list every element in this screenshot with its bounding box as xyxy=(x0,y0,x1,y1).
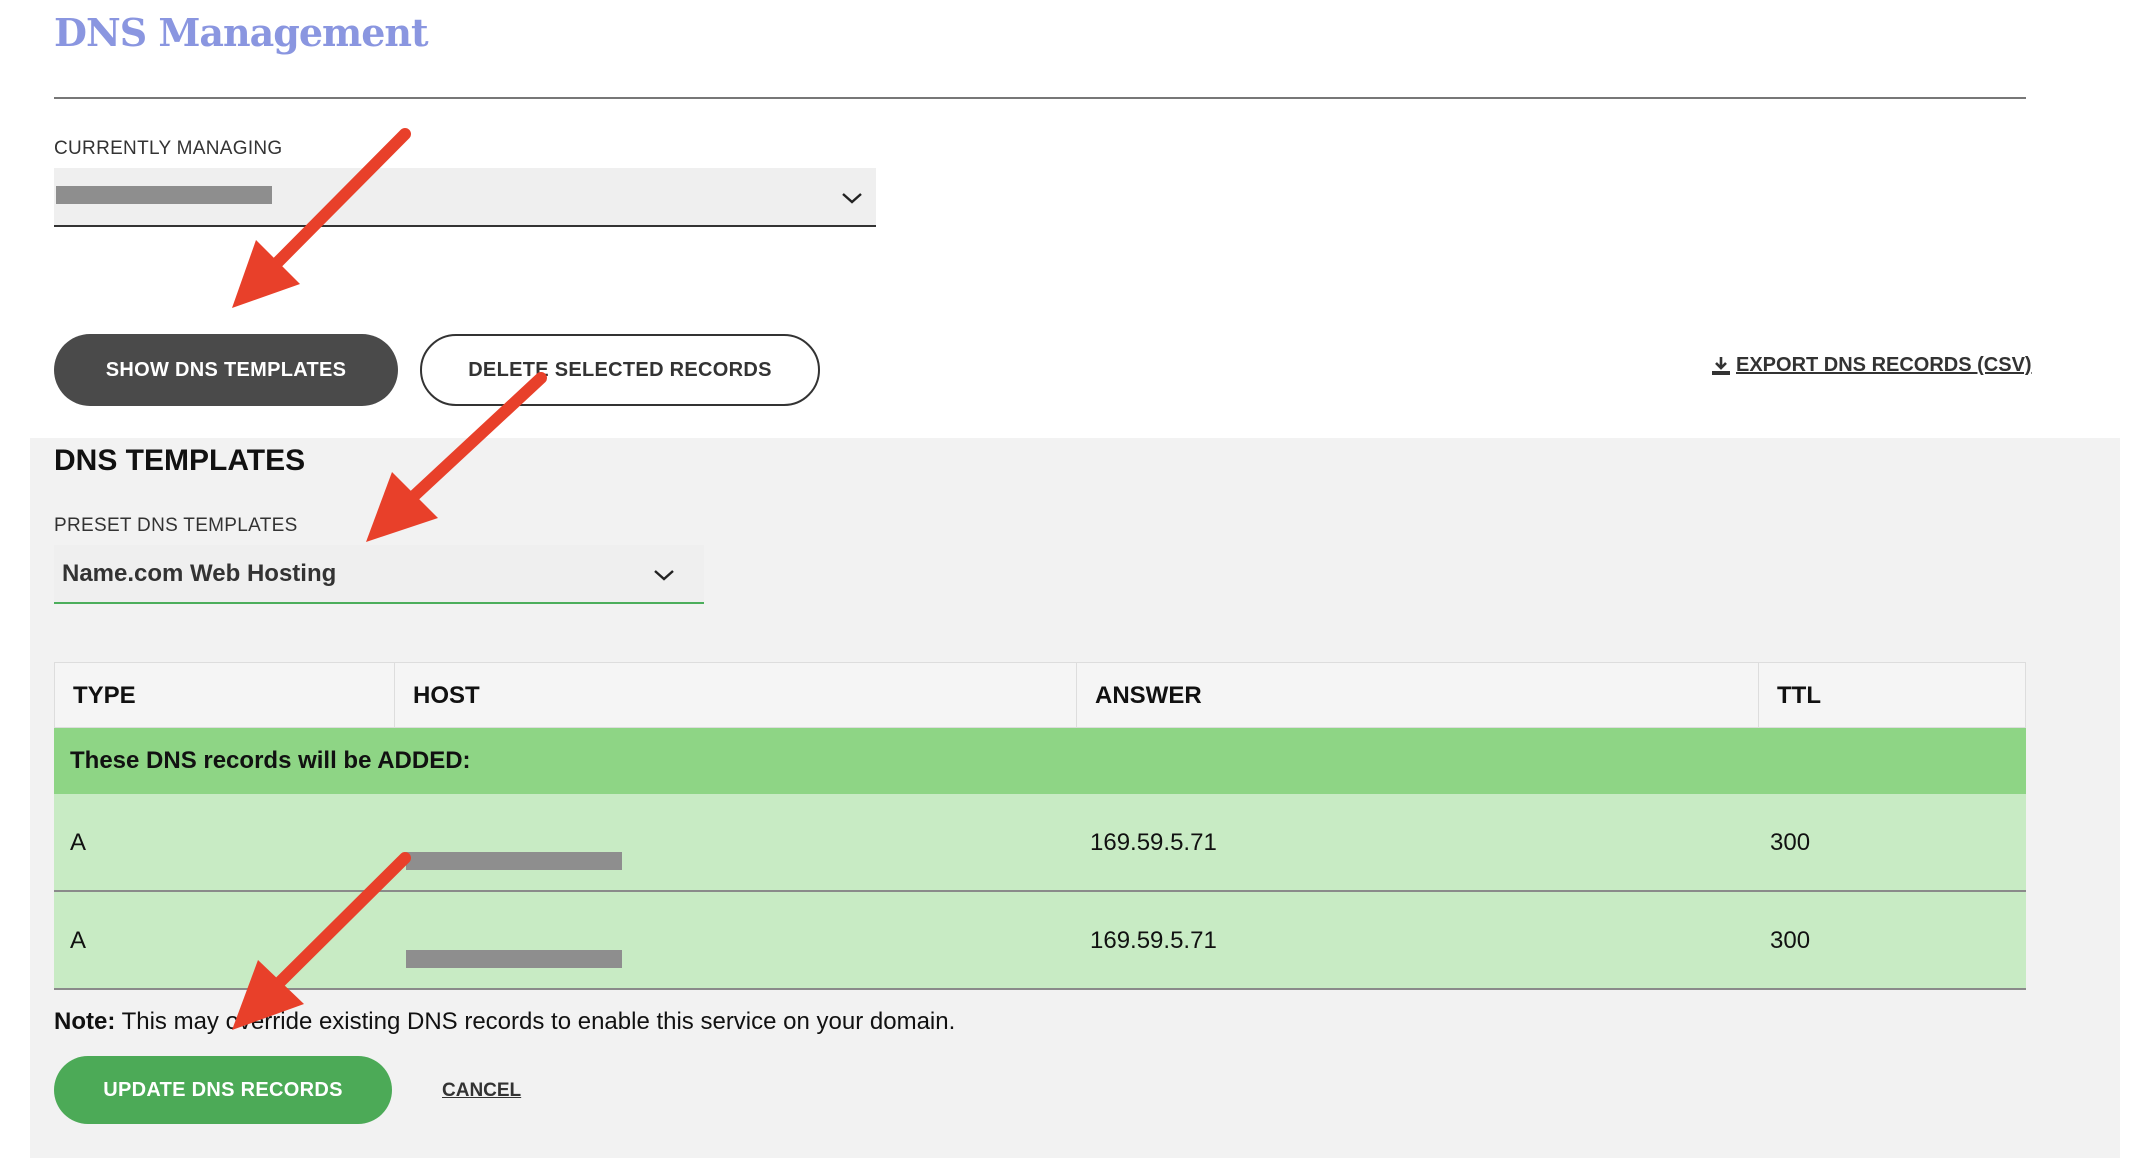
chevron-down-icon xyxy=(842,193,862,204)
preset-templates-label: PRESET DNS TEMPLATES xyxy=(54,515,298,536)
note-label: Note: xyxy=(54,1008,116,1035)
export-dns-records-link[interactable]: EXPORT DNS RECORDS (CSV) xyxy=(1710,354,2032,377)
record-type: A xyxy=(70,927,87,954)
redacted-host xyxy=(406,950,622,968)
column-type: TYPE xyxy=(55,663,395,729)
redacted-host xyxy=(406,852,622,870)
table-row: A 169.59.5.71 300 xyxy=(54,794,2026,892)
record-ttl: 300 xyxy=(1770,927,1811,954)
export-label: EXPORT DNS RECORDS (CSV) xyxy=(1736,354,2032,376)
record-ttl: 300 xyxy=(1770,829,1811,856)
dns-templates-heading: DNS TEMPLATES xyxy=(54,444,306,477)
column-host: HOST xyxy=(395,663,1077,729)
column-ttl: TTL xyxy=(1777,682,1821,709)
currently-managing-label: CURRENTLY MANAGING xyxy=(54,138,283,159)
title-divider xyxy=(54,97,2026,99)
record-type: A xyxy=(70,829,87,856)
chevron-down-icon xyxy=(654,570,674,581)
cancel-link[interactable]: CANCEL xyxy=(442,1080,521,1102)
note-text: This may override existing DNS records t… xyxy=(115,1008,956,1035)
record-answer: 169.59.5.71 xyxy=(1090,829,1217,856)
table-header: TYPE HOST ANSWER TTL xyxy=(54,662,2026,729)
redacted-domain xyxy=(56,186,272,204)
column-answer: ANSWER xyxy=(1077,663,1759,729)
download-icon xyxy=(1712,356,1730,375)
override-note: Note: This may override existing DNS rec… xyxy=(54,1008,955,1036)
record-answer: 169.59.5.71 xyxy=(1090,927,1217,954)
delete-selected-records-button[interactable]: DELETE SELECTED RECORDS xyxy=(420,334,820,406)
added-records-header: These DNS records will be ADDED: xyxy=(54,728,2026,794)
preset-template-value: Name.com Web Hosting xyxy=(62,560,337,587)
page-title: DNS Management xyxy=(54,10,429,55)
update-dns-records-button[interactable]: UPDATE DNS RECORDS xyxy=(54,1056,392,1124)
show-dns-templates-button[interactable]: SHOW DNS TEMPLATES xyxy=(54,334,398,406)
table-row: A 169.59.5.71 300 xyxy=(54,892,2026,990)
